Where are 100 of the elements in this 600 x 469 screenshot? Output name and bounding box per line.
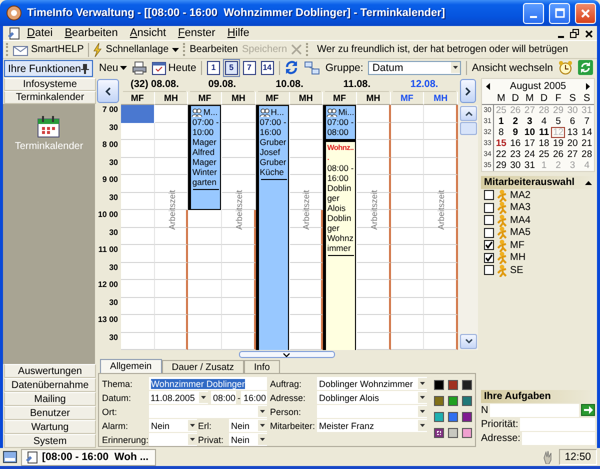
module-button[interactable]: Auswertungen	[4, 364, 96, 378]
toolbar-gripper[interactable]	[306, 43, 310, 56]
checkbox[interactable]	[484, 240, 494, 250]
calendar-day[interactable]: 20	[565, 138, 580, 149]
appointment-block[interactable]: M... 07:00 - 10:00 Mager Alfred Mager Wintergarten	[188, 105, 222, 210]
time-slot[interactable]	[154, 298, 188, 315]
calendar-day[interactable]: 11	[536, 127, 552, 138]
refresh-button[interactable]	[284, 60, 300, 75]
appointment-block[interactable]: Mi... 07:00 - 08:00	[323, 105, 356, 140]
time-slot[interactable]	[154, 245, 188, 262]
time-slot[interactable]	[356, 315, 391, 332]
color-swatch[interactable]	[448, 380, 458, 390]
module-button[interactable]: Wartung	[4, 420, 96, 434]
calendar-day[interactable]: 18	[536, 138, 552, 149]
color-swatch[interactable]	[462, 412, 472, 422]
new-button[interactable]: Neu	[99, 62, 128, 74]
module-button[interactable]: Benutzer	[4, 406, 96, 420]
menu-item[interactable]: Ansicht	[124, 26, 172, 40]
checkbox[interactable]	[484, 215, 494, 226]
calendar-day[interactable]: 31	[522, 160, 537, 171]
color-swatch[interactable]	[462, 396, 472, 406]
smarthelp-button[interactable]: SmartHELP	[13, 44, 84, 56]
tab[interactable]: Dauer / Zusatz	[162, 360, 244, 373]
taskbar-button[interactable]: [08:00 - 16:00 Woh ...	[21, 448, 156, 466]
close-button[interactable]	[575, 2, 596, 24]
color-swatch[interactable]	[448, 412, 458, 422]
time-slot[interactable]	[356, 262, 391, 280]
private-dropdown[interactable]: Nein	[229, 433, 267, 446]
menu-item[interactable]: Fenster	[172, 26, 222, 40]
module-button[interactable]: Infosysteme	[4, 78, 96, 91]
time-slot[interactable]	[154, 332, 188, 350]
time-slot[interactable]	[154, 262, 188, 280]
checkbox[interactable]	[484, 265, 494, 276]
group-dropdown[interactable]: Datum	[368, 60, 462, 74]
calendar-day[interactable]: 1	[494, 116, 508, 127]
time-slot[interactable]	[154, 280, 188, 298]
tab[interactable]: Allgemein	[100, 359, 162, 373]
checkbox[interactable]	[484, 228, 494, 238]
calendar-day[interactable]: 8	[494, 127, 508, 138]
calendar-day[interactable]: 10	[522, 127, 537, 138]
order-dropdown[interactable]: Doblinger Wohnzimmer	[317, 377, 427, 390]
color-swatch[interactable]	[448, 396, 458, 406]
color-swatch[interactable]	[448, 428, 458, 438]
view-button[interactable]: 5	[224, 60, 238, 74]
calendar-day[interactable]: 6	[565, 116, 580, 127]
appointment-block[interactable]: H... 07:00 - 16:00 Gruber Josef Gruber Küche	[256, 105, 288, 350]
next-button[interactable]	[460, 79, 476, 103]
previous-button[interactable]	[97, 79, 119, 103]
alarm-button[interactable]	[558, 60, 573, 75]
start-time-field[interactable]: 08:00	[210, 391, 236, 404]
calendar-day[interactable]: 29	[494, 160, 508, 171]
module-button[interactable]: Datenübernahme	[4, 378, 96, 392]
calendar-day[interactable]: 3	[522, 116, 537, 127]
calendar-day[interactable]: 4	[536, 116, 552, 127]
checkbox[interactable]	[484, 190, 494, 200]
color-swatch[interactable]	[434, 380, 444, 390]
today-button[interactable]: Heute	[152, 60, 196, 74]
input-field[interactable]	[522, 432, 595, 444]
go-button[interactable]	[581, 404, 595, 416]
time-slot[interactable]	[356, 245, 391, 262]
time-slot[interactable]	[356, 280, 391, 298]
toolbar-gripper[interactable]	[182, 43, 186, 56]
edit-button[interactable]: Bearbeiten	[190, 44, 238, 55]
calendar-day[interactable]: 5	[551, 116, 566, 127]
switch-view-button[interactable]: Ansicht wechseln	[472, 62, 553, 74]
calendar-day[interactable]: 24	[522, 149, 537, 160]
module-button[interactable]: Terminkalender	[4, 91, 96, 104]
time-slot[interactable]	[356, 140, 391, 158]
calendar-day[interactable]: 15	[494, 138, 508, 149]
maximize-button[interactable]	[549, 2, 570, 24]
toolbar-gripper[interactable]	[6, 43, 9, 56]
calendar-day[interactable]: 17	[522, 138, 537, 149]
checkbox[interactable]	[484, 252, 494, 263]
color-swatch[interactable]	[462, 428, 472, 438]
time-slot[interactable]	[154, 315, 188, 332]
address-dropdown[interactable]: Doblinger Alois	[317, 391, 427, 404]
scroll-up-button[interactable]	[460, 106, 477, 121]
time-slot[interactable]	[356, 298, 391, 315]
color-swatch[interactable]	[434, 412, 444, 422]
calendar-day[interactable]: 2	[508, 116, 523, 127]
color-swatch[interactable]	[434, 428, 444, 438]
time-slot[interactable]	[356, 332, 391, 350]
calendar-day[interactable]: 23	[508, 149, 523, 160]
sync-button[interactable]	[304, 60, 320, 74]
calendar-day[interactable]: 13	[565, 127, 580, 138]
end-time-field[interactable]: 16:00	[241, 391, 267, 404]
splitter-handle[interactable]	[238, 351, 334, 358]
calendar-day[interactable]: 22	[494, 149, 508, 160]
view-button[interactable]: 7	[242, 60, 256, 74]
scrollbar-thumb[interactable]	[460, 122, 477, 135]
calendar-day[interactable]: 16	[508, 138, 523, 149]
next-month-button[interactable]	[586, 82, 590, 90]
date-dropdown[interactable]: 11.08.2005	[148, 391, 208, 404]
calendar-day[interactable]: 9	[508, 127, 523, 138]
employee-dropdown[interactable]: Meister Franz	[317, 419, 427, 432]
quick-create-button[interactable]: Schnellanlage	[92, 42, 179, 56]
menu-item[interactable]: Datei	[21, 26, 59, 40]
alarm-dropdown[interactable]: Nein	[149, 419, 197, 432]
calendar-day[interactable]: 26	[551, 149, 566, 160]
color-swatch[interactable]	[462, 380, 472, 390]
